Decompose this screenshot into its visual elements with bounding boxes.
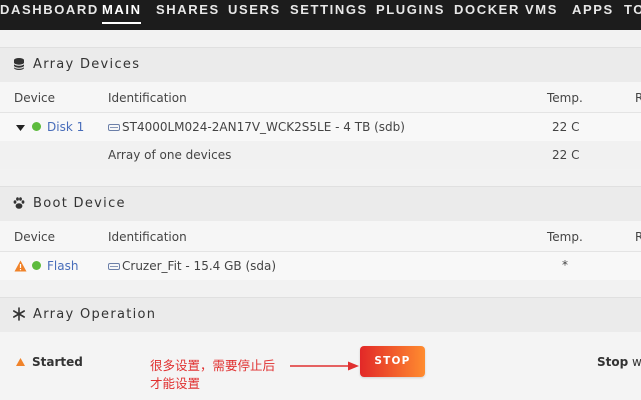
nav-main[interactable]: MAIN: [102, 2, 142, 24]
started-status-icon: [16, 358, 25, 366]
annotation-line-2: 才能设置: [150, 376, 201, 391]
hard-drive-icon: [108, 263, 120, 270]
boot-device-title: Boot Device: [33, 196, 126, 211]
table-row: Flash Cruzer_Fit - 15.4 GB (sda) *: [0, 252, 641, 280]
nav-apps[interactable]: APPS: [572, 2, 614, 18]
nav-vms[interactable]: VMS: [525, 2, 558, 18]
col-extra: R: [635, 230, 641, 244]
col-device: Device: [14, 230, 56, 244]
nav-tools[interactable]: TO: [624, 2, 641, 18]
array-operation-title: Array Operation: [33, 307, 157, 322]
caret-down-icon[interactable]: [16, 125, 25, 131]
annotation-arrow-icon: [290, 361, 359, 371]
col-device: Device: [14, 91, 56, 105]
stop-hint: Stop wil: [597, 355, 641, 369]
status-dot-icon: [32, 261, 41, 270]
table-row: Array of one devices 22 C: [0, 141, 641, 169]
paw-icon: [13, 197, 25, 209]
nav-users[interactable]: USERS: [228, 2, 281, 18]
stop-hint-bold: Stop: [597, 355, 629, 369]
nav-docker[interactable]: DOCKER: [454, 2, 520, 18]
annotation-line-1: 很多设置，需要停止后: [150, 358, 276, 373]
col-extra: R: [635, 91, 641, 105]
boot-device-header: Device Identification Temp. R: [0, 221, 641, 252]
col-temp: Temp.: [547, 91, 583, 105]
col-identification: Identification: [108, 230, 187, 244]
disk1-link[interactable]: Disk 1: [47, 120, 84, 134]
array-devices-header: Device Identification Temp. R: [0, 82, 641, 113]
snowflake-icon: [12, 307, 25, 321]
flash-identification[interactable]: Cruzer_Fit - 15.4 GB (sda): [122, 259, 276, 273]
database-icon: [13, 58, 25, 70]
stop-button[interactable]: STOP: [360, 346, 425, 377]
warning-icon: [14, 260, 27, 272]
flash-link[interactable]: Flash: [47, 259, 78, 273]
array-devices-title-bar: Array Devices: [0, 47, 641, 82]
stop-hint-rest: wil: [632, 355, 641, 369]
nav-shares[interactable]: SHARES: [156, 2, 220, 18]
col-identification: Identification: [108, 91, 187, 105]
array-summary: Array of one devices: [108, 148, 232, 162]
nav-settings[interactable]: SETTINGS: [290, 2, 368, 18]
array-summary-temp: 22 C: [552, 148, 580, 162]
table-row: Disk 1 ST4000LM024-2AN17V_WCK2S5LE - 4 T…: [0, 113, 641, 141]
boot-device-title-bar: Boot Device: [0, 186, 641, 221]
disk1-identification[interactable]: ST4000LM024-2AN17V_WCK2S5LE - 4 TB (sdb): [122, 120, 405, 134]
nav-plugins[interactable]: PLUGINS: [376, 2, 445, 18]
array-devices-title: Array Devices: [33, 57, 141, 72]
array-status: Started: [32, 355, 83, 369]
hard-drive-icon: [108, 124, 120, 131]
array-operation-title-bar: Array Operation: [0, 297, 641, 332]
top-nav: DASHBOARD MAIN SHARES USERS SETTINGS PLU…: [0, 0, 641, 30]
status-dot-icon: [32, 122, 41, 131]
disk1-temp: 22 C: [552, 120, 580, 134]
nav-dashboard[interactable]: DASHBOARD: [0, 2, 99, 18]
annotation-text: 很多设置，需要停止后 才能设置: [150, 357, 300, 393]
col-temp: Temp.: [547, 230, 583, 244]
flash-temp: *: [562, 258, 568, 272]
